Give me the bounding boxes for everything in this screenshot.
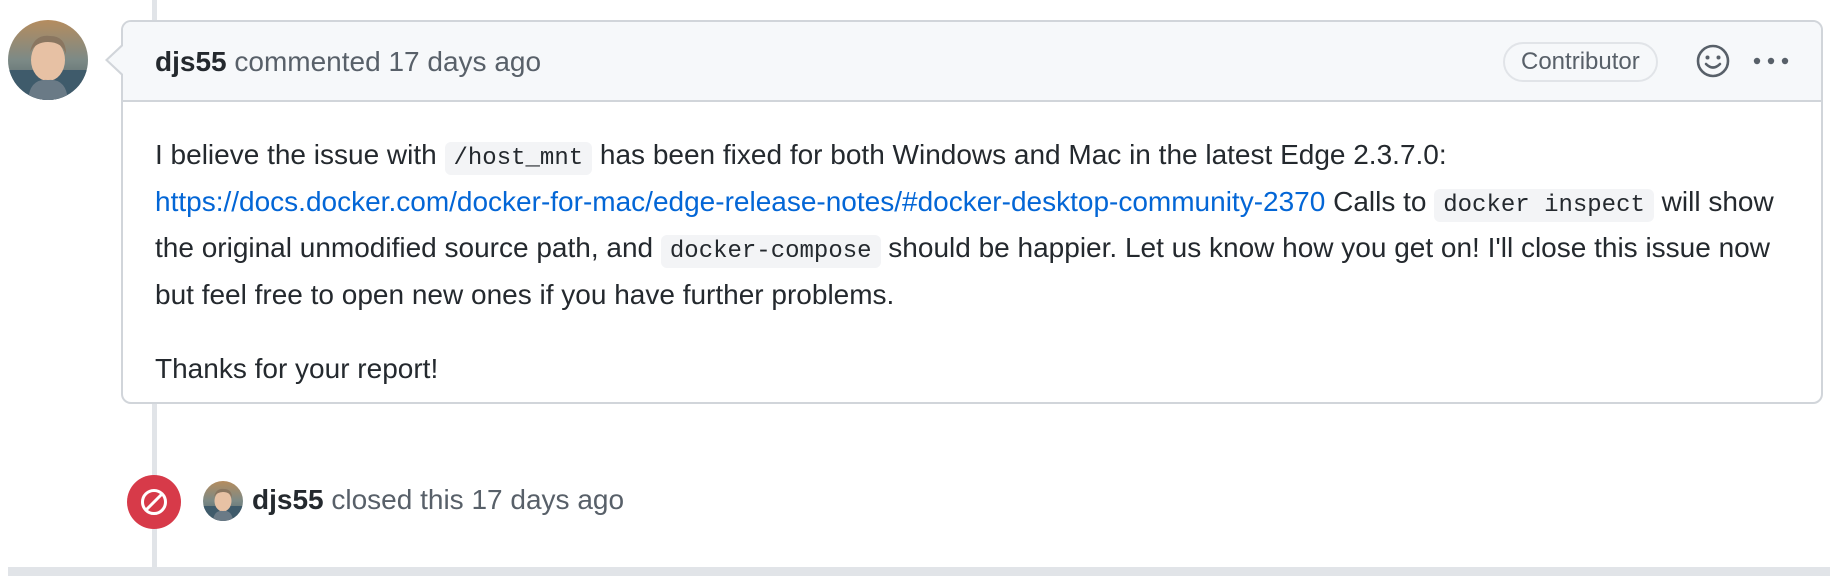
comment-meta: djs55 commented 17 days ago [155,44,541,80]
comment-paragraph: Thanks for your report! [155,353,439,384]
release-notes-link[interactable]: https://docs.docker.com/docker-for-mac/e… [155,186,1325,217]
event-action: closed this [331,484,464,515]
kebab-horizontal-icon[interactable] [1751,51,1791,71]
closed-event-text: djs55 closed this 17 days ago [252,482,624,518]
issue-timeline: djs55 commented 17 days ago Contributor [0,0,1838,588]
circle-slash-icon [127,475,181,529]
comment-header: djs55 commented 17 days ago Contributor [123,22,1821,102]
body-text: Calls to [1325,185,1435,217]
comment-box: djs55 commented 17 days ago Contributor [121,20,1823,404]
body-text: has been fixed for both Windows and Mac … [592,139,1447,170]
comment-caret-fill [108,46,123,74]
inline-code: /host_mnt [444,142,593,175]
body-text: I believe the issue with [155,139,445,170]
contributor-badge: Contributor [1503,42,1658,82]
timeline-divider [8,567,1830,576]
event-author-avatar[interactable] [203,481,243,521]
smiley-icon[interactable] [1695,43,1731,79]
comment-body: I believe the issue with /host_mnt has b… [155,134,1795,391]
comment-paragraph: I believe the issue with /host_mnt has b… [155,134,1795,316]
comment-timestamp[interactable]: 17 days ago [388,46,541,77]
inline-code: docker inspect [1434,188,1654,222]
author-avatar[interactable] [8,20,88,100]
event-timestamp[interactable]: 17 days ago [471,484,624,515]
comment-action: commented [234,46,381,77]
inline-code: docker-compose [660,235,881,268]
comment-author-link[interactable]: djs55 [155,46,227,77]
event-author-link[interactable]: djs55 [252,484,324,515]
